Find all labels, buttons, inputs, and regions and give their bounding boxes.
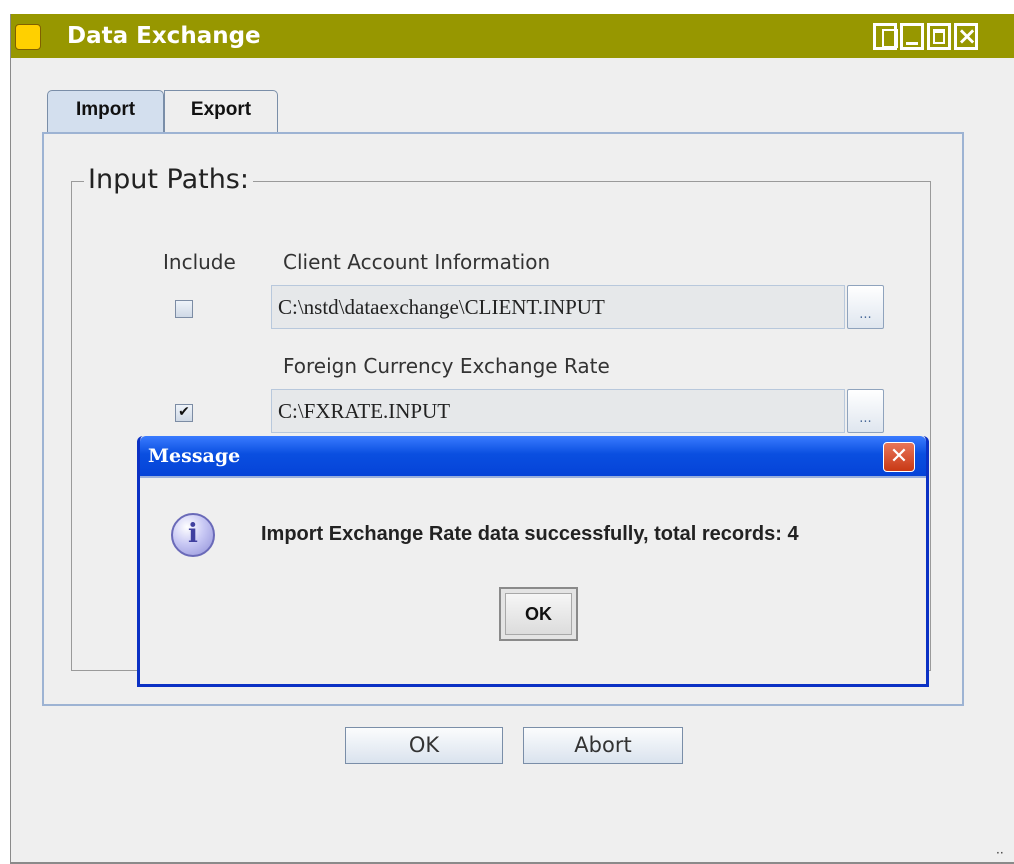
client-account-label: Client Account Information <box>283 250 551 274</box>
browse-fx-rate-button[interactable]: ... <box>847 389 884 433</box>
include-fx-rate-checkbox[interactable]: ✔ <box>175 404 193 422</box>
info-icon: i <box>171 513 215 557</box>
app-icon <box>15 24 41 50</box>
dialog-title-bar[interactable]: Message ✕ <box>140 436 926 476</box>
browse-client-account-button[interactable]: ... <box>847 285 884 329</box>
close-icon[interactable]: × <box>954 23 978 50</box>
tab-import[interactable]: Import <box>47 90 164 134</box>
dialog-close-icon[interactable]: ✕ <box>883 442 915 472</box>
iconify-icon[interactable] <box>873 23 898 50</box>
dialog-ok-label: OK <box>505 593 572 635</box>
message-dialog: Message ✕ i Import Exchange Rate data su… <box>137 436 929 687</box>
resize-grip-icon[interactable]: ·· <box>996 846 1004 860</box>
maximize-icon[interactable] <box>927 23 951 50</box>
minimize-icon[interactable] <box>900 23 924 50</box>
fx-rate-path-field[interactable]: C:\FXRATE.INPUT <box>271 389 845 433</box>
input-paths-legend: Input Paths: <box>84 164 253 195</box>
abort-button[interactable]: Abort <box>523 727 683 764</box>
client-account-path-field[interactable]: C:\nstd\dataexchange\CLIENT.INPUT <box>271 285 845 329</box>
dialog-ok-button[interactable]: OK <box>499 587 578 641</box>
window-title: Data Exchange <box>67 23 261 49</box>
fx-rate-label: Foreign Currency Exchange Rate <box>283 354 610 378</box>
dialog-title: Message <box>148 445 241 467</box>
ok-button[interactable]: OK <box>345 727 503 764</box>
title-bar[interactable]: Data Exchange × <box>11 14 1014 58</box>
include-header: Include <box>163 250 236 274</box>
tab-export[interactable]: Export <box>164 90 278 134</box>
include-client-account-checkbox[interactable] <box>175 300 193 318</box>
dialog-message: Import Exchange Rate data successfully, … <box>261 523 799 545</box>
dialog-title-divider <box>140 476 926 478</box>
